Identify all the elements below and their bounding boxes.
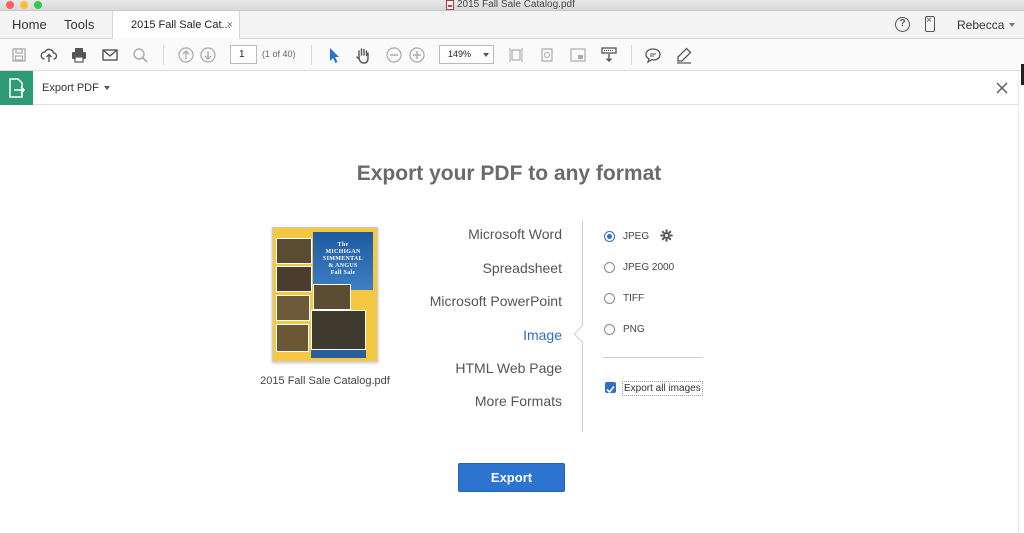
close-tab-icon[interactable]: × (227, 11, 233, 39)
help-icon[interactable]: ? (895, 17, 910, 32)
rotate-page-icon[interactable] (538, 46, 556, 64)
close-window-button[interactable] (6, 1, 14, 9)
comment-icon[interactable] (644, 46, 662, 64)
scroll-mode-icon[interactable] (600, 46, 618, 64)
previous-page-icon[interactable] (177, 46, 195, 64)
toolbar-divider (163, 45, 164, 65)
save-icon[interactable] (10, 46, 28, 64)
tab-document[interactable]: 2015 Fall Sale Cat... × (112, 11, 240, 40)
user-menu[interactable]: Rebecca (957, 11, 1004, 39)
thumbnail-photo (276, 295, 310, 321)
export-file-icon (9, 78, 26, 98)
format-microsoft-powerpoint[interactable]: Microsoft PowerPoint (430, 293, 562, 309)
email-icon[interactable] (101, 46, 119, 64)
thumbnail-photo (311, 310, 366, 350)
export-pdf-tool-icon[interactable] (0, 71, 33, 105)
checkmark-icon (606, 385, 615, 394)
jpeg-2000-radio[interactable] (604, 262, 615, 273)
format-spreadsheet[interactable]: Spreadsheet (483, 260, 562, 276)
tiff-radio[interactable] (604, 293, 615, 304)
hand-tool-icon[interactable] (354, 46, 372, 64)
thumbnail-photo (276, 266, 312, 292)
scroll-gutter (1018, 71, 1024, 533)
minimize-window-button[interactable] (20, 1, 28, 9)
tab-bar: Home Tools 2015 Fall Sale Cat... × ? Reb… (0, 11, 1024, 40)
zoom-level-select[interactable]: 149% (439, 45, 494, 64)
selected-format-pointer (573, 325, 591, 343)
format-image[interactable]: Image (523, 327, 562, 343)
file-name-caption: 2015 Fall Sale Catalog.pdf (260, 375, 390, 387)
chevron-down-icon[interactable] (1009, 23, 1015, 27)
jpeg-label: JPEG (623, 231, 650, 242)
select-cursor-icon[interactable] (325, 46, 343, 64)
fit-page-icon[interactable] (507, 46, 525, 64)
tab-document-label: 2015 Fall Sale Cat... (131, 19, 231, 31)
thumbnail-photo (276, 324, 309, 352)
window-title: 2015 Fall Sale Catalog.pdf (446, 0, 575, 10)
jpeg-radio[interactable] (604, 231, 615, 242)
page-title: Export your PDF to any format (356, 162, 662, 185)
export-all-images-checkbox[interactable] (605, 382, 616, 394)
next-page-icon[interactable] (199, 46, 217, 64)
zoom-out-icon[interactable] (385, 46, 403, 64)
window-titlebar: 2015 Fall Sale Catalog.pdf (0, 0, 1024, 11)
page-count: (1 of 40) (262, 49, 296, 59)
gear-icon[interactable] (660, 229, 673, 242)
options-divider (603, 357, 703, 358)
pdf-file-icon (446, 0, 454, 10)
png-label: PNG (623, 324, 645, 335)
tab-home[interactable]: Home (12, 11, 47, 39)
format-microsoft-word[interactable]: Microsoft Word (468, 226, 562, 242)
export-all-images-label[interactable]: Export all images (622, 381, 703, 396)
zoom-in-icon[interactable] (408, 46, 426, 64)
export-pdf-header: Export PDF (0, 71, 1024, 105)
zoom-window-button[interactable] (34, 1, 42, 9)
thumbnail-photo (313, 284, 351, 310)
toolbar-divider (631, 45, 632, 65)
toolbar: 1 (1 of 40) 149% (0, 39, 1024, 71)
tab-tools[interactable]: Tools (64, 11, 94, 39)
zoom-level-value: 149% (448, 49, 472, 59)
tiff-label: TIFF (623, 293, 645, 304)
thumbnail-title-text: The MICHIGAN SIMMENTAL & ANGUS Fall Sale (323, 242, 363, 276)
chevron-down-icon[interactable] (104, 86, 110, 90)
mobile-link-icon[interactable] (925, 15, 935, 32)
close-icon[interactable] (994, 80, 1010, 96)
full-screen-icon[interactable] (569, 46, 587, 64)
window-title-text: 2015 Fall Sale Catalog.pdf (457, 0, 575, 10)
png-radio[interactable] (604, 324, 615, 335)
document-thumbnail: The MICHIGAN SIMMENTAL & ANGUS Fall Sale (272, 227, 378, 362)
cloud-upload-icon[interactable] (40, 46, 58, 64)
chevron-down-icon (483, 53, 489, 57)
thumbnail-photo (276, 238, 312, 264)
search-icon[interactable] (131, 46, 149, 64)
highlight-pen-icon[interactable] (675, 46, 693, 64)
toolbar-divider (311, 45, 312, 65)
format-more-formats[interactable]: More Formats (475, 393, 562, 409)
export-pdf-menu[interactable]: Export PDF (42, 71, 99, 105)
format-html-web-page[interactable]: HTML Web Page (455, 360, 562, 376)
page-number-input[interactable]: 1 (230, 45, 257, 64)
print-icon[interactable] (70, 46, 88, 64)
jpeg-2000-label: JPEG 2000 (623, 262, 675, 273)
thumbnail-footer (311, 350, 366, 358)
export-button[interactable]: Export (458, 463, 565, 492)
